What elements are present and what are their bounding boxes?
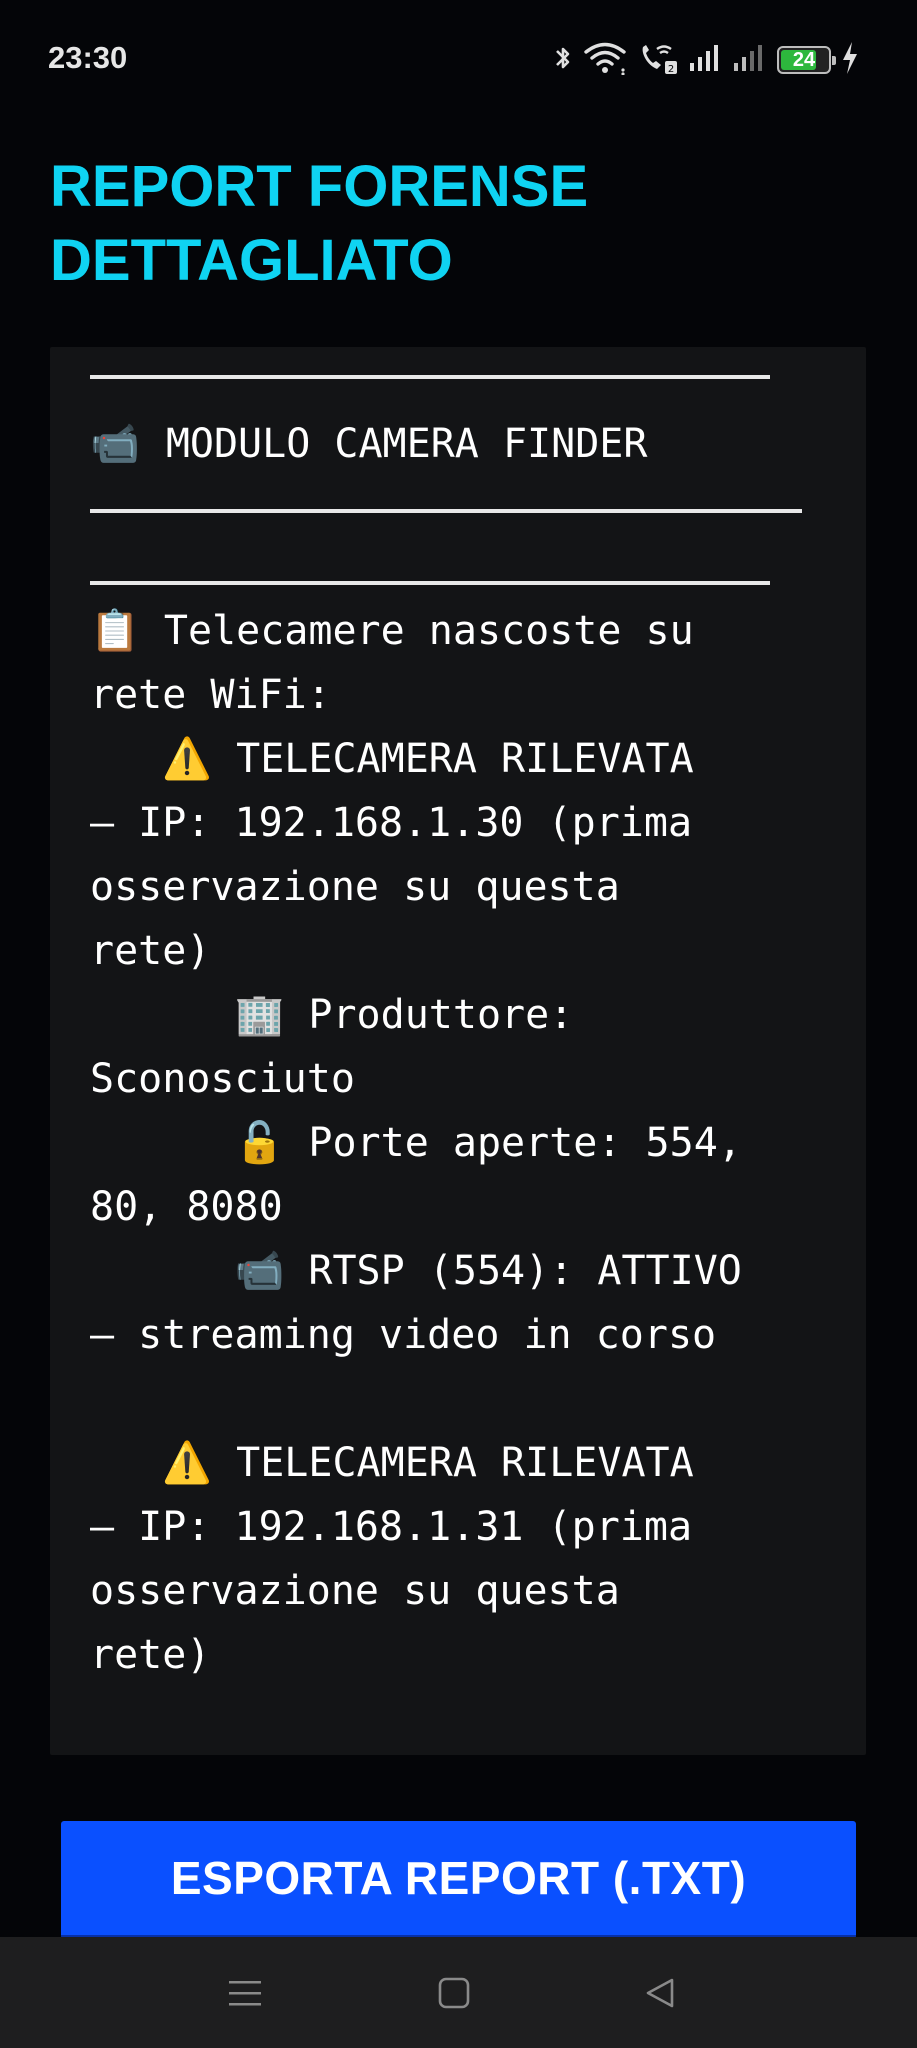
report-body-text: 📋 Telecamere nascoste su rete WiFi: ⚠️ T… bbox=[90, 608, 742, 1678]
menu-icon[interactable] bbox=[215, 1963, 275, 2023]
export-report-button[interactable]: ESPORTA REPORT (.TXT) bbox=[61, 1821, 856, 1939]
report-scroll-area[interactable]: 📹 MODULO CAMERA FINDER 📋 Telecamere nasc… bbox=[50, 347, 866, 1755]
status-icons: 2 24 bbox=[553, 40, 859, 80]
divider bbox=[90, 375, 770, 379]
wifi-icon bbox=[583, 41, 627, 80]
report-panel[interactable]: 📹 MODULO CAMERA FINDER 📋 Telecamere nasc… bbox=[50, 347, 866, 1755]
signal-icon bbox=[689, 43, 723, 78]
module-header: 📹 MODULO CAMERA FINDER bbox=[90, 412, 828, 476]
module-title: MODULO CAMERA FINDER bbox=[165, 421, 648, 467]
status-bar: 23:30 2 24 bbox=[0, 0, 917, 118]
svg-text:2: 2 bbox=[668, 64, 674, 75]
home-icon[interactable] bbox=[424, 1963, 484, 2023]
battery-icon: 24 bbox=[777, 46, 836, 74]
signal-icon bbox=[733, 43, 767, 78]
video-camera-icon: 📹 bbox=[90, 421, 140, 467]
navigation-bar bbox=[0, 1937, 917, 2048]
back-icon[interactable] bbox=[630, 1963, 690, 2023]
bluetooth-icon bbox=[553, 42, 573, 79]
status-time: 23:30 bbox=[48, 40, 128, 75]
charging-icon bbox=[841, 41, 859, 80]
divider bbox=[90, 509, 802, 513]
page-title: REPORT FORENSE DETTAGLIATO bbox=[50, 154, 589, 293]
battery-level: 24 bbox=[792, 49, 816, 71]
export-button-label: ESPORTA REPORT (.TXT) bbox=[170, 1852, 747, 1904]
wifi-call-icon: 2 bbox=[637, 41, 679, 80]
